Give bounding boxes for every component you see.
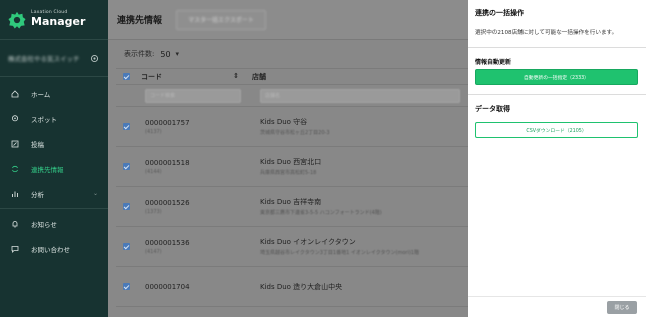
- filter-row: コード検索 店舗名: [116, 85, 468, 107]
- store-code: 0000001536: [145, 238, 190, 247]
- select-all-checkbox[interactable]: [123, 73, 130, 80]
- sidebar-item-label: お知らせ: [31, 220, 57, 229]
- store-code-sub: (4137): [145, 128, 162, 135]
- store-address: 埼玉県越谷市レイクタウン3丁目1番地1 イオンレイクタウン(mori)1階: [260, 250, 419, 256]
- sidebar-item-analytics[interactable]: 分析 ⌄: [0, 181, 108, 206]
- store-address: 茨城県守谷市松ヶ丘2丁目20-3: [260, 130, 330, 136]
- home-icon: [10, 89, 19, 98]
- bell-icon: [10, 219, 19, 228]
- bulk-auto-update-button[interactable]: 自動更新の一括指定（2333）: [475, 69, 638, 85]
- sort-icon[interactable]: ⇕: [233, 72, 239, 82]
- table-row[interactable]: 0000001526 (1373) Kids Duo 吉祥寺南東京都三鷹市下連雀3…: [116, 187, 468, 227]
- store-name[interactable]: Kids Duo 西宮北口: [260, 157, 321, 167]
- sidebar-nav: ホーム スポット 投稿 連携先情報 分析 ⌄ お知らせ お問い合わせ: [0, 77, 108, 261]
- store-name[interactable]: Kids Duo 吉祥寺南: [260, 197, 382, 207]
- store-name[interactable]: Kids Duo 造り大倉山中央: [260, 282, 342, 292]
- table-row[interactable]: 0000001518 (4144) Kids Duo 西宮北口兵庫県西宮市高松町5…: [116, 147, 468, 187]
- sidebar-item-label: スポット: [31, 115, 57, 124]
- drawer-description: 選択中の2108店舗に対して可能な一括操作を行います。: [475, 30, 618, 36]
- page-size-value: 50: [160, 49, 171, 59]
- table-header: コード ⇕ 店舗: [116, 68, 468, 85]
- data-fetch-title: データ取得: [475, 105, 510, 113]
- bulk-actions-drawer: 連携の一括操作 選択中の2108店舗に対して可能な一括操作を行います。 情報自動…: [468, 0, 646, 317]
- table-row[interactable]: 0000001704 Kids Duo 造り大倉山中央: [116, 267, 468, 307]
- sidebar-item-contact[interactable]: お問い合わせ: [0, 236, 108, 261]
- store-code: 0000001526: [145, 198, 190, 207]
- sidebar-divider: [0, 208, 108, 209]
- store-name[interactable]: Kids Duo イオンレイクタウン: [260, 237, 419, 247]
- divider: [468, 94, 646, 95]
- store-filter-input[interactable]: 店舗名: [260, 88, 460, 103]
- export-button[interactable]: マスタ一括エクスポート: [176, 9, 267, 30]
- chat-icon: [10, 244, 19, 253]
- store-code-sub: (4147): [145, 248, 162, 255]
- column-header-store[interactable]: 店舗: [245, 72, 266, 82]
- caret-down-icon: ▾: [175, 50, 180, 58]
- column-label: コード: [141, 72, 162, 81]
- main-content: 連携先情報 マスタ一括エクスポート 表示件数: 50 ▾ コード ⇕ 店舗 コー…: [108, 0, 468, 317]
- location-pin-icon: [10, 114, 19, 123]
- sidebar-item-label: 投稿: [31, 140, 44, 149]
- row-checkbox[interactable]: [123, 163, 130, 170]
- sidebar-item-posts[interactable]: 投稿: [0, 131, 108, 156]
- store-code: 0000001704: [145, 282, 190, 291]
- store-table: コード ⇕ 店舗 コード検索 店舗名 0000001757 (4137) Kids…: [116, 68, 468, 307]
- store-address: 東京都三鷹市下連雀3-5-5 ハコンフォートランド(4階): [260, 210, 382, 216]
- sidebar-item-label: 分析: [31, 190, 44, 199]
- page-title: 連携先情報: [117, 16, 163, 26]
- store-address: 兵庫県西宮市高松町5-18: [260, 170, 317, 176]
- close-button[interactable]: 閉じる: [607, 301, 637, 314]
- drawer-footer: 閉じる: [468, 296, 646, 317]
- store-code-sub: (4144): [145, 168, 162, 175]
- brand-logo[interactable]: Laxation Cloud Manager: [0, 0, 108, 40]
- sidebar-item-label: ホーム: [31, 90, 51, 99]
- sidebar-item-notices[interactable]: お知らせ: [0, 211, 108, 236]
- store-code: 0000001518: [145, 158, 190, 167]
- page-size-label: 表示件数:: [124, 50, 155, 58]
- account-name: 株式会社やる気スイッチ: [8, 55, 80, 63]
- row-checkbox[interactable]: [123, 243, 130, 250]
- brand-name: Manager: [31, 15, 86, 29]
- column-header-code[interactable]: コード ⇕: [137, 72, 245, 82]
- sidebar-item-label: 連携先情報: [31, 165, 64, 174]
- divider: [468, 47, 646, 48]
- sidebar: Laxation Cloud Manager 株式会社やる気スイッチ ホーム ス…: [0, 0, 108, 317]
- store-name[interactable]: Kids Duo 守谷: [260, 117, 330, 127]
- page-header: 連携先情報 マスタ一括エクスポート: [108, 0, 468, 40]
- row-checkbox[interactable]: [123, 123, 130, 130]
- sync-icon: [10, 164, 19, 173]
- chevron-down-icon: ⌄: [92, 190, 98, 197]
- auto-update-label: 情報自動更新: [475, 59, 512, 66]
- sidebar-item-label: お問い合わせ: [31, 245, 70, 254]
- store-code: 0000001757: [145, 118, 190, 127]
- page-size-selector[interactable]: 表示件数: 50 ▾: [108, 40, 468, 68]
- row-checkbox[interactable]: [123, 203, 130, 210]
- bar-chart-icon: [10, 189, 19, 198]
- table-row[interactable]: 0000001757 (4137) Kids Duo 守谷茨城県守谷市松ヶ丘2丁目…: [116, 107, 468, 147]
- account-switcher[interactable]: 株式会社やる気スイッチ: [0, 40, 108, 77]
- sidebar-item-home[interactable]: ホーム: [0, 81, 108, 106]
- drawer-title: 連携の一括操作: [475, 9, 524, 17]
- store-code-sub: (1373): [145, 208, 162, 215]
- post-icon: [10, 139, 19, 148]
- code-filter-input[interactable]: コード検索: [145, 88, 241, 103]
- sidebar-item-integrations[interactable]: 連携先情報: [0, 156, 108, 181]
- table-row[interactable]: 0000001536 (4147) Kids Duo イオンレイクタウン埼玉県越谷…: [116, 227, 468, 267]
- logo-gear-icon: [8, 11, 26, 29]
- settings-gear-icon[interactable]: [90, 54, 99, 63]
- sidebar-item-spot[interactable]: スポット: [0, 106, 108, 131]
- row-checkbox[interactable]: [123, 283, 130, 290]
- csv-download-button[interactable]: CSVダウンロード（2105）: [475, 122, 638, 138]
